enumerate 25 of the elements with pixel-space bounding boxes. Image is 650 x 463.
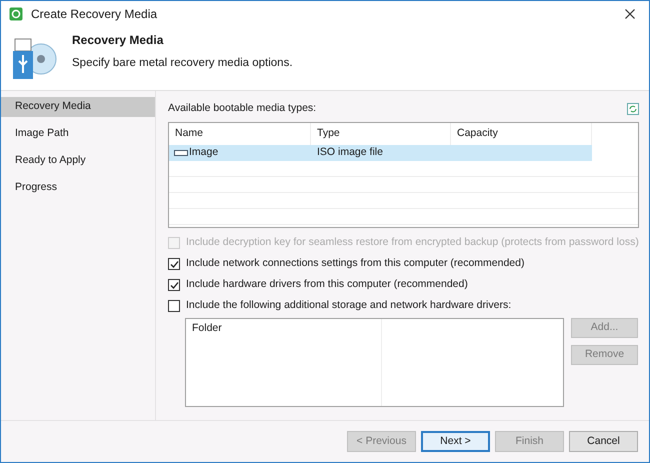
app-icon (9, 7, 23, 21)
footer-button[interactable]: Next > (421, 431, 490, 452)
checkbox-label: Include decryption key for seamless restore from encrypted backup (protects from password loss) (186, 235, 639, 250)
sidebar-item[interactable]: Image Path (1, 124, 155, 144)
table-cell-text: ISO image file (317, 144, 383, 160)
column-header: Folder (191, 320, 223, 336)
page-subtitle: Specify bare metal recovery media options. (72, 56, 293, 71)
table-row[interactable]: Image ISO image file (169, 144, 592, 161)
drive-icon (174, 150, 188, 156)
footer-button[interactable]: Cancel (569, 431, 638, 452)
checkbox[interactable] (168, 258, 180, 270)
page-title: Recovery Media (72, 32, 164, 49)
sidebar-item[interactable]: Recovery Media (1, 97, 155, 117)
checkbox-label: Include the following additional storage and network hardware drivers: (186, 298, 512, 314)
refresh-icon[interactable] (627, 102, 639, 115)
checkbox[interactable] (168, 279, 180, 292)
checkbox-label: Include network connections settings from this computer (recommended) (186, 256, 524, 272)
sidebar-item[interactable]: Progress (1, 178, 155, 198)
checkbox-label: Include hardware drivers from this computer (recommended) (186, 277, 468, 292)
checkbox[interactable] (168, 300, 180, 312)
window-title: Create Recovery Media (31, 6, 158, 23)
table-cell-text: Image (189, 144, 218, 160)
close-icon[interactable] (625, 9, 635, 19)
sidebar-item[interactable]: Ready to Apply (1, 151, 155, 171)
media-types-label: Available bootable media types: (168, 101, 316, 116)
